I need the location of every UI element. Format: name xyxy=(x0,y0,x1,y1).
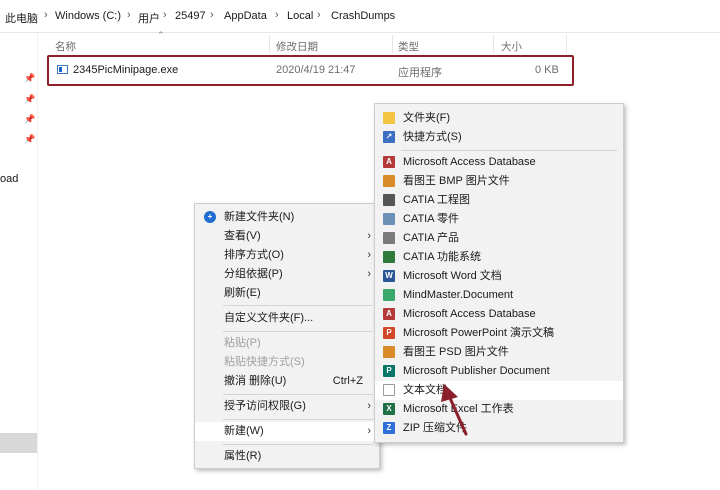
column-divider[interactable] xyxy=(566,35,567,53)
submenu-item-bmp[interactable]: 看图王 BMP 图片文件 xyxy=(375,172,623,191)
chevron-right-icon: › xyxy=(367,400,371,412)
menu-divider xyxy=(223,419,373,420)
submenu-item-catia-part[interactable]: CATIA 零件 xyxy=(375,210,623,229)
catia-part-icon xyxy=(383,213,395,225)
column-divider[interactable] xyxy=(269,35,270,53)
menu-item-properties[interactable]: 属性(R) xyxy=(195,447,379,466)
menu-divider xyxy=(401,150,617,151)
access-icon: A xyxy=(383,308,395,320)
chevron-right-icon[interactable]: › xyxy=(127,9,131,21)
publisher-icon: P xyxy=(383,365,395,377)
mindmaster-icon xyxy=(383,289,395,301)
submenu-item-shortcut[interactable]: ↗ 快捷方式(S) xyxy=(375,128,623,147)
pin-icon[interactable]: 📌 xyxy=(24,94,35,105)
menu-item-view[interactable]: 查看(V) › xyxy=(195,227,379,246)
chevron-right-icon[interactable]: › xyxy=(317,9,321,21)
navigation-pane: 📌 📌 📌 📌 oad xyxy=(0,33,38,490)
breadcrumb-crashdumps[interactable]: CrashDumps xyxy=(331,10,395,22)
breadcrumb-local[interactable]: Local xyxy=(287,10,313,22)
submenu-item-psd[interactable]: 看图王 PSD 图片文件 xyxy=(375,343,623,362)
menu-divider xyxy=(223,444,373,445)
context-menu: + 新建文件夹(N) 查看(V) › 排序方式(O) › 分组依据(P) › 刷… xyxy=(194,203,380,469)
catia-product-icon xyxy=(383,232,395,244)
word-icon: W xyxy=(383,270,395,282)
chevron-right-icon[interactable]: › xyxy=(44,9,48,21)
submenu-item-zip[interactable]: Z ZIP 压缩文件 xyxy=(375,419,623,438)
submenu-item-access-database-2[interactable]: A Microsoft Access Database xyxy=(375,305,623,324)
menu-divider xyxy=(223,394,373,395)
file-name[interactable]: 2345PicMinipage.exe xyxy=(73,64,178,76)
column-header-type[interactable]: 类型 xyxy=(398,39,419,54)
breadcrumb-appdata[interactable]: AppData xyxy=(224,10,267,22)
menu-item-customize-folder[interactable]: 自定义文件夹(F)... xyxy=(195,309,379,328)
menu-divider xyxy=(223,331,373,332)
menu-item-paste[interactable]: 粘贴(P) xyxy=(195,334,379,353)
column-divider[interactable] xyxy=(392,35,393,53)
new-folder-icon: + xyxy=(204,211,216,223)
breadcrumb-users[interactable]: 用户 xyxy=(138,10,160,26)
column-header-size[interactable]: 大小 xyxy=(501,39,522,54)
pin-icon[interactable]: 📌 xyxy=(24,114,35,125)
chevron-right-icon[interactable]: › xyxy=(210,9,214,21)
menu-item-new-folder[interactable]: + 新建文件夹(N) xyxy=(195,208,379,227)
folder-icon xyxy=(383,112,395,124)
submenu-item-word[interactable]: W Microsoft Word 文档 xyxy=(375,267,623,286)
zip-icon: Z xyxy=(383,422,395,434)
file-type: 应用程序 xyxy=(398,67,442,79)
excel-icon: X xyxy=(383,403,395,415)
submenu-item-publisher[interactable]: P Microsoft Publisher Document xyxy=(375,362,623,381)
nav-item-download[interactable]: oad xyxy=(0,173,18,185)
chevron-right-icon: › xyxy=(367,268,371,280)
chevron-right-icon: › xyxy=(367,230,371,242)
powerpoint-icon: P xyxy=(383,327,395,339)
menu-item-new[interactable]: 新建(W) › xyxy=(195,422,379,441)
file-modified: 2020/4/19 21:47 xyxy=(276,64,356,76)
annotation-arrow-icon xyxy=(441,384,468,436)
menu-item-paste-shortcut[interactable]: 粘贴快捷方式(S) xyxy=(195,353,379,372)
chevron-right-icon: › xyxy=(367,249,371,261)
image-viewer-icon xyxy=(383,175,395,187)
column-header-modified[interactable]: 修改日期 xyxy=(276,39,318,54)
chevron-right-icon[interactable]: › xyxy=(275,9,279,21)
shortcut-label: Ctrl+Z xyxy=(332,375,363,387)
chevron-right-icon: › xyxy=(367,425,371,437)
file-size: 0 KB xyxy=(535,64,559,76)
shortcut-icon: ↗ xyxy=(383,131,395,143)
submenu-item-powerpoint[interactable]: P Microsoft PowerPoint 演示文稿 xyxy=(375,324,623,343)
breadcrumb-drive[interactable]: Windows (C:) xyxy=(55,10,121,22)
chevron-right-icon[interactable]: › xyxy=(163,9,167,21)
submenu-item-excel[interactable]: X Microsoft Excel 工作表 xyxy=(375,400,623,419)
exe-file-icon xyxy=(57,65,68,74)
submenu-item-catia-system[interactable]: CATIA 功能系统 xyxy=(375,248,623,267)
pin-icon[interactable]: 📌 xyxy=(24,73,35,84)
submenu-item-catia-product[interactable]: CATIA 产品 xyxy=(375,229,623,248)
pin-icon[interactable]: 📌 xyxy=(24,134,35,145)
submenu-item-access-database[interactable]: A Microsoft Access Database xyxy=(375,153,623,172)
catia-system-icon xyxy=(383,251,395,263)
new-submenu: 文件夹(F) ↗ 快捷方式(S) A Microsoft Access Data… xyxy=(374,103,624,443)
access-icon: A xyxy=(383,156,395,168)
column-divider[interactable] xyxy=(493,35,494,53)
image-viewer-icon xyxy=(383,346,395,358)
column-header-name[interactable]: 名称 xyxy=(55,39,76,54)
menu-item-undo-delete[interactable]: 撤消 删除(U) Ctrl+Z xyxy=(195,372,379,391)
submenu-item-mindmaster[interactable]: MindMaster.Document xyxy=(375,286,623,305)
nav-item-selected[interactable] xyxy=(0,433,37,453)
catia-drawing-icon xyxy=(383,194,395,206)
sort-chevron-up-icon: ⌃ xyxy=(157,30,165,40)
submenu-item-text-document[interactable]: 文本文档 xyxy=(375,381,623,400)
menu-item-give-access[interactable]: 授予访问权限(G) › xyxy=(195,397,379,416)
breadcrumb-this-pc[interactable]: 此电脑 xyxy=(5,10,38,26)
breadcrumb-user[interactable]: 25497 xyxy=(175,10,206,22)
menu-item-group-by[interactable]: 分组依据(P) › xyxy=(195,265,379,284)
submenu-item-folder[interactable]: 文件夹(F) xyxy=(375,109,623,128)
menu-item-refresh[interactable]: 刷新(E) xyxy=(195,284,379,303)
submenu-item-catia-drawing[interactable]: CATIA 工程图 xyxy=(375,191,623,210)
text-file-icon xyxy=(383,384,395,396)
menu-divider xyxy=(223,305,373,306)
menu-item-sort-by[interactable]: 排序方式(O) › xyxy=(195,246,379,265)
breadcrumb: 此电脑 › Windows (C:) › 用户 › 25497 › AppDat… xyxy=(0,0,720,33)
